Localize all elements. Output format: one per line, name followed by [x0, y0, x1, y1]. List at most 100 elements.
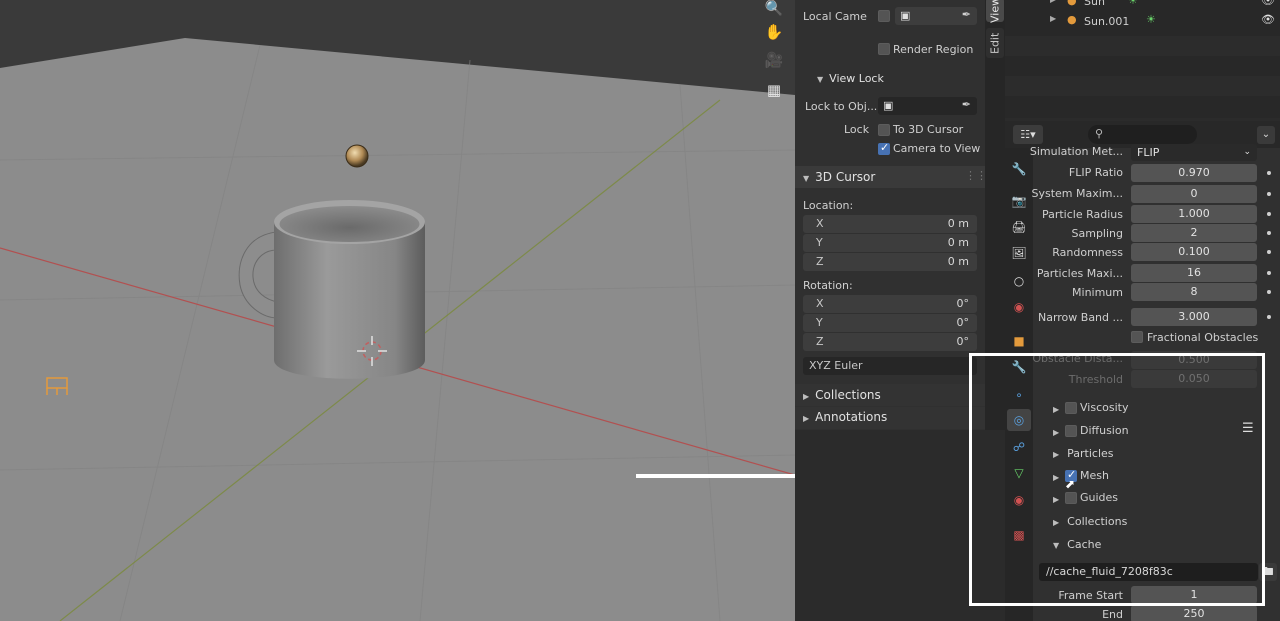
- flip-ratio-field[interactable]: 0.970: [1131, 164, 1257, 182]
- property-label: Narrow Band ...: [1037, 311, 1123, 324]
- collapse-triangle-icon: ▶: [803, 414, 810, 423]
- local-camera-checkbox[interactable]: [878, 10, 890, 22]
- view-lock-header[interactable]: ▼ View Lock: [817, 72, 884, 85]
- light-data-icon: ☀: [1128, 0, 1138, 7]
- search-icon: ⚲: [1095, 127, 1104, 140]
- property-label: Randomness: [1052, 246, 1123, 259]
- sidebar-npanel: Local Came ▣ ✒ Render Region ▼ View Lock …: [795, 0, 987, 430]
- light-object: [345, 144, 369, 168]
- collections-title: Collections: [815, 388, 881, 402]
- frame-end-field[interactable]: 250: [1131, 605, 1257, 621]
- options-chevron-down-icon[interactable]: ⌄: [1257, 126, 1275, 144]
- keyframe-dot[interactable]: [1267, 290, 1271, 294]
- fractional-obstacles-checkbox[interactable]: [1131, 331, 1143, 343]
- fractional-obstacles-label: Fractional Obstacles: [1147, 331, 1259, 344]
- grid-perspective-icon[interactable]: ▦: [762, 78, 786, 102]
- eye-visibility-icon[interactable]: 👁: [1261, 0, 1275, 7]
- rotation-x-field[interactable]: X 0°: [803, 295, 977, 313]
- pan-hand-icon[interactable]: ✋: [762, 20, 786, 44]
- lock-to-object-label: Lock to Obj...: [805, 100, 878, 113]
- property-label: System Maxim...: [1031, 187, 1123, 200]
- simulation-method-label: Simulation Met...: [1029, 145, 1123, 158]
- object-icon[interactable]: ■: [1007, 330, 1031, 352]
- light-data-icon: ☀: [1146, 13, 1156, 26]
- view-layer-icon[interactable]: 🖼: [1007, 242, 1031, 264]
- collapse-triangle-icon[interactable]: ▶: [1050, 0, 1056, 4]
- keyframe-dot[interactable]: [1267, 171, 1271, 175]
- particles-maximum-field[interactable]: 16: [1131, 264, 1257, 282]
- to-3d-cursor-checkbox[interactable]: [878, 124, 890, 136]
- rotation-z-field[interactable]: Z 0°: [803, 333, 977, 351]
- outliner: ▶ ● Sun ☀ 👁 ▶ ● Sun.001 ☀ 👁: [1005, 0, 1280, 118]
- tab-edit[interactable]: Edit: [986, 28, 1004, 58]
- camera-view-icon[interactable]: 🎥: [762, 48, 786, 72]
- editor-type-dropdown[interactable]: ☷▾: [1013, 125, 1043, 144]
- scene-icon[interactable]: ○: [1007, 270, 1031, 292]
- lock-to-object-field[interactable]: ▣ ✒: [878, 97, 977, 115]
- chevron-down-icon: ⌄: [1243, 147, 1251, 157]
- keyframe-dot[interactable]: [1267, 315, 1271, 319]
- render-region-checkbox[interactable]: [878, 43, 890, 55]
- to-3d-cursor-label: To 3D Cursor: [893, 123, 964, 136]
- particle-radius-field[interactable]: 1.000: [1131, 205, 1257, 223]
- outliner-item[interactable]: ▶ ● Sun.001 ☀ 👁: [1005, 12, 1280, 30]
- rotation-label: Rotation:: [803, 279, 853, 292]
- rotation-y-field[interactable]: Y 0°: [803, 314, 977, 332]
- render-icon[interactable]: 📷: [1007, 190, 1031, 212]
- annotation-highlight-box: [969, 353, 1265, 606]
- keyframe-dot[interactable]: [1267, 231, 1271, 235]
- system-maximum-field[interactable]: 0: [1131, 185, 1257, 203]
- world-icon[interactable]: ◉: [1007, 296, 1031, 318]
- outliner-empty-row: [1005, 76, 1280, 96]
- expand-triangle-icon: ▼: [817, 75, 824, 84]
- particles-minimum-field[interactable]: 8: [1131, 283, 1257, 301]
- property-label: Sampling: [1071, 227, 1124, 240]
- property-label: Minimum: [1072, 286, 1123, 299]
- outliner-item-name: Sun: [1084, 0, 1105, 8]
- outliner-item[interactable]: ▶ ● Sun ☀ 👁: [1005, 0, 1280, 12]
- sampling-field[interactable]: 2: [1131, 224, 1257, 242]
- lock-label: Lock: [844, 123, 870, 136]
- eyedropper-icon[interactable]: ✒: [962, 98, 971, 111]
- 3d-viewport[interactable]: 🔍 ✋ 🎥 ▦: [0, 0, 795, 621]
- location-y-field[interactable]: Y0 m: [803, 234, 977, 252]
- property-label: Particles Maxi...: [1036, 267, 1123, 280]
- tool-icon[interactable]: 🔧: [1007, 158, 1031, 180]
- keyframe-dot[interactable]: [1267, 271, 1271, 275]
- annotations-title: Annotations: [815, 410, 888, 424]
- search-input[interactable]: ⚲: [1088, 125, 1197, 144]
- camera-object-icon: ▣: [900, 9, 911, 22]
- view-lock-title: View Lock: [829, 72, 884, 85]
- keyframe-dot[interactable]: [1267, 192, 1271, 196]
- collections-panel-header[interactable]: ▶ Collections: [795, 384, 985, 406]
- end-label: End: [1102, 608, 1123, 621]
- location-z-field[interactable]: Z0 m: [803, 253, 977, 271]
- output-icon[interactable]: 🖨: [1007, 216, 1031, 238]
- camera-to-view-checkbox[interactable]: [878, 141, 890, 155]
- tab-view[interactable]: View: [986, 0, 1004, 23]
- drag-handle-icon[interactable]: ⋮⋮: [965, 169, 987, 182]
- property-label: Particle Radius: [1041, 208, 1123, 221]
- eye-visibility-icon[interactable]: 👁: [1261, 13, 1275, 26]
- keyframe-dot[interactable]: [1267, 250, 1271, 254]
- location-label: Location:: [803, 199, 854, 212]
- expand-triangle-icon: ▼: [803, 174, 810, 183]
- narrow-band-field[interactable]: 3.000: [1131, 308, 1257, 326]
- location-x-field[interactable]: X0 m: [803, 215, 977, 233]
- property-label: FLIP Ratio: [1068, 166, 1123, 179]
- outliner-empty-row: [1005, 36, 1280, 56]
- render-region-label: Render Region: [893, 43, 974, 56]
- rotation-mode-dropdown[interactable]: XYZ Euler: [803, 357, 977, 375]
- light-object-icon: ●: [1067, 13, 1077, 26]
- camera-to-view-label: Camera to View: [893, 142, 981, 155]
- 3d-cursor-title: 3D Cursor: [815, 170, 876, 184]
- local-camera-field[interactable]: ▣ ✒: [895, 7, 977, 25]
- randomness-field[interactable]: 0.100: [1131, 243, 1257, 261]
- simulation-method-dropdown[interactable]: FLIP ⌄: [1131, 144, 1257, 161]
- zoom-icon[interactable]: 🔍: [762, 0, 786, 20]
- eyedropper-icon[interactable]: ✒: [962, 8, 971, 21]
- collapse-triangle-icon[interactable]: ▶: [1050, 14, 1056, 23]
- 3d-cursor-panel-header[interactable]: ▼ 3D Cursor ⋮⋮: [795, 166, 987, 188]
- keyframe-dot[interactable]: [1267, 212, 1271, 216]
- annotations-panel-header[interactable]: ▶ Annotations: [795, 407, 985, 429]
